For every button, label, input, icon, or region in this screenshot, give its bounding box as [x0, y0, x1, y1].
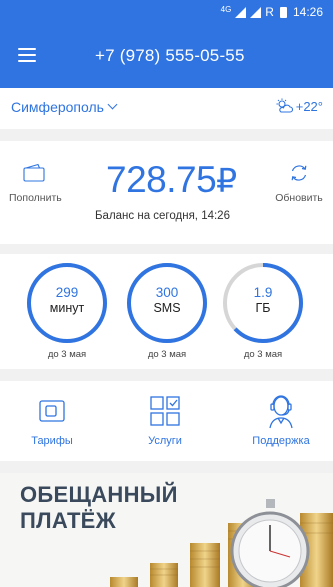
topup-label: Пополнить	[9, 192, 62, 204]
usage-until: до 3 мая	[243, 349, 283, 360]
battery-icon	[279, 6, 287, 18]
usage-minutes[interactable]: 299 минут до 3 мая	[24, 260, 110, 360]
partly-sunny-icon	[276, 98, 293, 113]
tariffs-button[interactable]: Тарифы	[7, 393, 97, 447]
roaming-indicator: R	[265, 5, 274, 19]
usage-sms[interactable]: 300 SMS до 3 мая	[124, 260, 210, 360]
status-icons: 4G R 14:26	[220, 4, 323, 20]
usage-value: 299	[55, 285, 79, 300]
quick-actions: Тарифы Услуги Поддержка	[0, 381, 333, 461]
services-button[interactable]: Услуги	[120, 393, 210, 447]
city-name: Симферополь	[11, 99, 104, 115]
refresh-icon	[291, 165, 307, 181]
support-button[interactable]: Поддержка	[236, 393, 326, 447]
signal-roaming-icon	[250, 6, 262, 18]
balance-date: Баланс на сегодня, 14:26	[95, 210, 230, 222]
balance-amount: 728.75₽	[106, 161, 237, 198]
location-row: Симферополь +22°	[0, 88, 333, 129]
usage-unit: ГБ	[255, 301, 271, 315]
support-agent-icon	[269, 395, 293, 429]
services-label: Услуги	[148, 435, 182, 447]
temperature: +22°	[295, 98, 323, 114]
usage-ring: 299 минут	[24, 260, 110, 346]
usage-unit: SMS	[153, 301, 181, 315]
usage-until: до 3 мая	[147, 349, 187, 360]
usage-internet[interactable]: 1.9 ГБ до 3 мая	[220, 260, 306, 360]
refresh-label: Обновить	[275, 192, 323, 204]
tariffs-label: Тарифы	[31, 435, 73, 447]
usage-until: до 3 мая	[47, 349, 87, 360]
usage-value: 300	[155, 285, 179, 300]
topup-button[interactable]: Пополнить	[9, 163, 62, 204]
stopwatch-crown	[266, 499, 275, 508]
city-selector[interactable]: Симферополь	[11, 99, 118, 115]
status-bar: 4G R 14:26	[0, 0, 333, 24]
balance-value: 728.75	[106, 159, 217, 200]
promo-banner[interactable]: ОБЕЩАННЫЙ ПЛАТЁЖ	[0, 473, 333, 587]
balance-card: Пополнить 728.75₽ Баланс на сегодня, 14:…	[0, 141, 333, 244]
sim-card-icon	[39, 400, 65, 422]
app-bar: +7 (978) 555-05-55	[0, 24, 333, 88]
usage-card: 299 минут до 3 мая 300 SMS до 3 мая 1.9 …	[0, 254, 333, 369]
weather[interactable]: +22°	[275, 98, 323, 114]
coins-stopwatch-illustration	[110, 499, 333, 587]
usage-value: 1.9	[253, 285, 273, 300]
usage-unit: минут	[49, 301, 85, 315]
support-label: Поддержка	[252, 435, 310, 447]
refresh-button[interactable]: Обновить	[270, 163, 328, 204]
chevron-down-icon	[107, 99, 118, 109]
usage-ring: 300 SMS	[124, 260, 210, 346]
hamburger-menu-icon[interactable]	[18, 48, 36, 62]
phone-number[interactable]: +7 (978) 555-05-55	[95, 46, 245, 66]
balance-currency: ₽	[216, 162, 237, 199]
network-type: 4G	[220, 4, 232, 14]
usage-ring: 1.9 ГБ	[220, 260, 306, 346]
status-time: 14:26	[292, 5, 323, 19]
signal-icon	[235, 6, 247, 18]
wallet-icon	[23, 163, 45, 182]
services-grid-icon	[150, 396, 180, 426]
